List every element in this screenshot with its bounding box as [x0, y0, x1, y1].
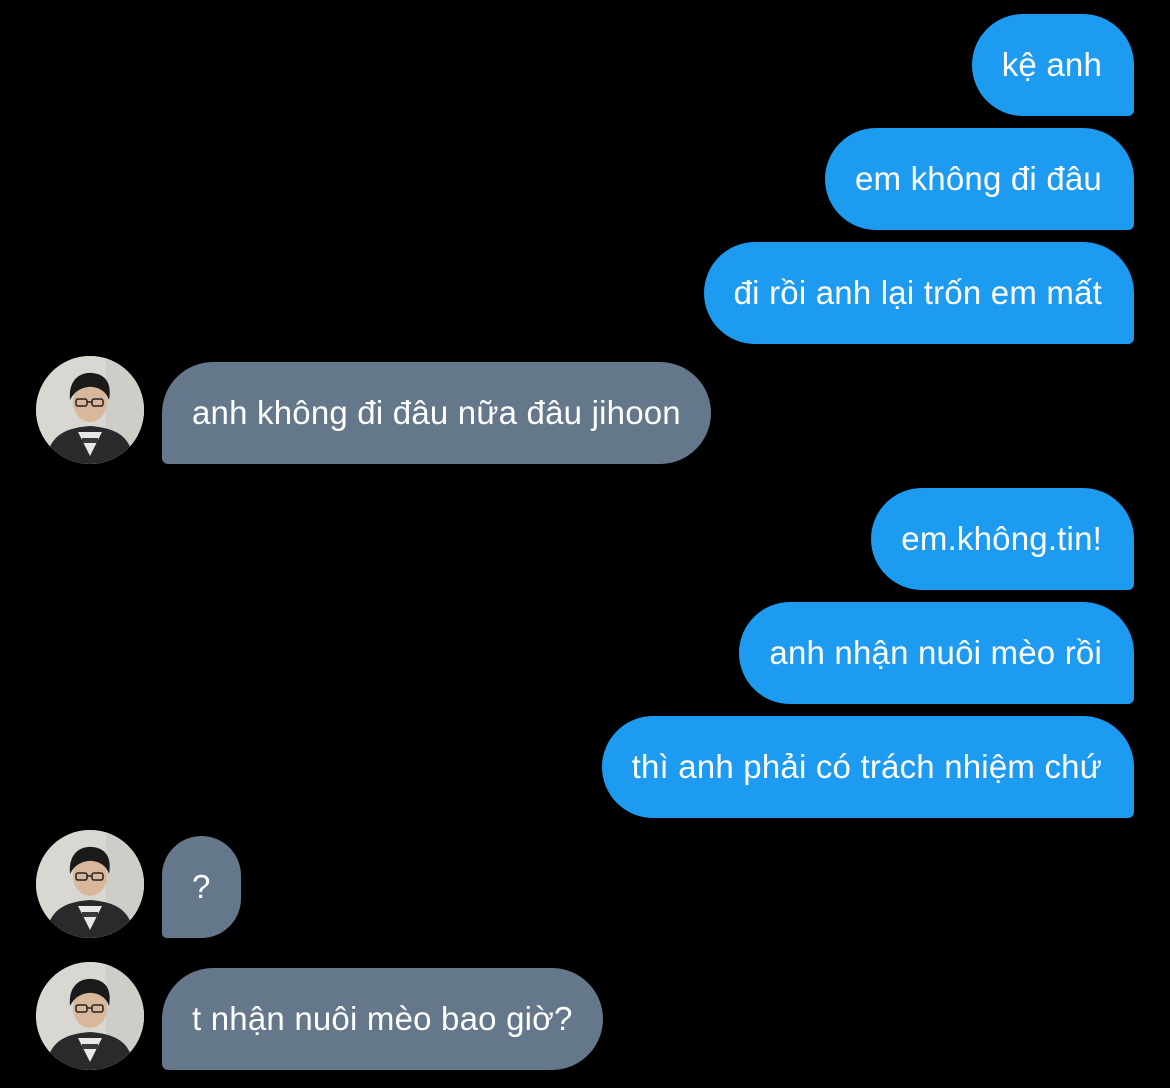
avatar[interactable]: [36, 356, 144, 464]
message-bubble-received[interactable]: t nhận nuôi mèo bao giờ?: [162, 968, 603, 1070]
message-text: anh không đi đâu nữa đâu jihoon: [192, 394, 681, 431]
message-bubble-sent[interactable]: kệ anh: [971, 14, 1134, 116]
message-text: ?: [192, 868, 211, 905]
message-text: thì anh phải có trách nhiệm chứ: [631, 748, 1102, 785]
message-text: em.không.tin!: [901, 520, 1102, 557]
avatar-photo-icon: [36, 356, 144, 464]
message-bubble-sent[interactable]: đi rồi anh lại trốn em mất: [703, 242, 1134, 344]
avatar[interactable]: [36, 962, 144, 1070]
avatar-photo-icon: [36, 830, 144, 938]
message-text: kệ anh: [1001, 46, 1102, 83]
message-text: anh nhận nuôi mèo rồi: [769, 634, 1102, 671]
message-text: đi rồi anh lại trốn em mất: [733, 274, 1102, 311]
message-text: em không đi đâu: [854, 160, 1102, 197]
message-bubble-received[interactable]: ?: [162, 836, 241, 938]
message-bubble-received[interactable]: anh không đi đâu nữa đâu jihoon: [162, 362, 711, 464]
message-bubble-sent[interactable]: anh nhận nuôi mèo rồi: [739, 602, 1134, 704]
message-bubble-sent[interactable]: em không đi đâu: [824, 128, 1134, 230]
message-text: t nhận nuôi mèo bao giờ?: [192, 1000, 573, 1037]
avatar[interactable]: [36, 830, 144, 938]
avatar-photo-icon: [36, 962, 144, 1070]
message-bubble-sent[interactable]: em.không.tin!: [871, 488, 1134, 590]
message-bubble-sent[interactable]: thì anh phải có trách nhiệm chứ: [601, 716, 1134, 818]
